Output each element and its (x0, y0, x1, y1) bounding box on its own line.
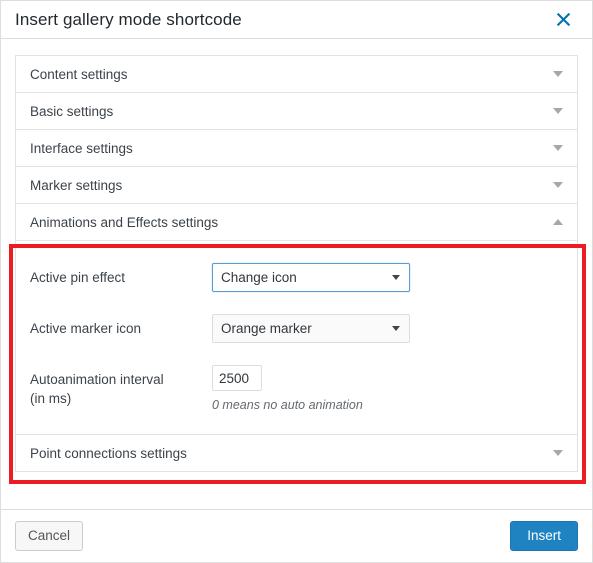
chevron-down-icon (553, 69, 563, 79)
accordion-header-interface-settings[interactable]: Interface settings (16, 130, 577, 166)
insert-button[interactable]: Insert (510, 521, 578, 551)
accordion-header-content-settings[interactable]: Content settings (16, 56, 577, 92)
settings-accordion: Content settings Basic settings Interfac… (15, 55, 578, 472)
chevron-down-icon (553, 106, 563, 116)
animations-settings-panel: Active pin effect Change icon Active mar… (16, 240, 577, 434)
field-label-line2: (in ms) (30, 391, 72, 406)
chevron-down-icon (553, 448, 563, 458)
accordion-header-point-connections-settings[interactable]: Point connections settings (16, 435, 577, 471)
dialog-title: Insert gallery mode shortcode (15, 9, 242, 29)
accordion-section-marker-settings: Marker settings (15, 166, 578, 203)
accordion-section-basic-settings: Basic settings (15, 92, 578, 129)
chevron-down-icon (553, 143, 563, 153)
field-label-line1: Autoanimation interval (30, 372, 164, 387)
accordion-label: Marker settings (30, 177, 123, 193)
close-icon[interactable] (548, 5, 578, 35)
accordion-label: Content settings (30, 66, 128, 82)
accordion-section-point-connections-settings: Point connections settings (15, 434, 578, 472)
accordion-header-animations-and-effects-settings[interactable]: Animations and Effects settings (16, 204, 577, 240)
accordion-label: Point connections settings (30, 445, 187, 461)
accordion-section-content-settings: Content settings (15, 55, 578, 92)
field-label: Active marker icon (30, 321, 142, 336)
autoanimation-interval-hint: 0 means no auto animation (212, 398, 363, 412)
insert-shortcode-dialog: Insert gallery mode shortcode Content se… (0, 0, 593, 563)
accordion-header-marker-settings[interactable]: Marker settings (16, 167, 577, 203)
field-active-marker-icon: Active marker icon Orange marker (16, 314, 577, 343)
active-marker-icon-select[interactable]: Orange marker (212, 314, 410, 343)
dialog-header: Insert gallery mode shortcode (1, 1, 592, 39)
autoanimation-interval-input[interactable] (212, 365, 262, 391)
accordion-label: Animations and Effects settings (30, 214, 219, 230)
field-active-pin-effect: Active pin effect Change icon (16, 263, 577, 292)
accordion-section-animations-and-effects-settings: Animations and Effects settings Active p… (15, 203, 578, 434)
chevron-up-icon (553, 217, 563, 227)
accordion-header-basic-settings[interactable]: Basic settings (16, 93, 577, 129)
dialog-body: Content settings Basic settings Interfac… (1, 39, 592, 509)
field-autoanimation-interval: Autoanimation interval (in ms) 0 means n… (16, 365, 577, 412)
active-pin-effect-select[interactable]: Change icon (212, 263, 410, 292)
accordion-section-interface-settings: Interface settings (15, 129, 578, 166)
accordion-label: Interface settings (30, 140, 133, 156)
dialog-footer: Cancel Insert (1, 509, 592, 562)
field-label: Active pin effect (30, 270, 126, 285)
field-label: Autoanimation interval (in ms) (30, 365, 212, 408)
chevron-down-icon (553, 180, 563, 190)
cancel-button[interactable]: Cancel (15, 521, 84, 551)
accordion-label: Basic settings (30, 103, 114, 119)
